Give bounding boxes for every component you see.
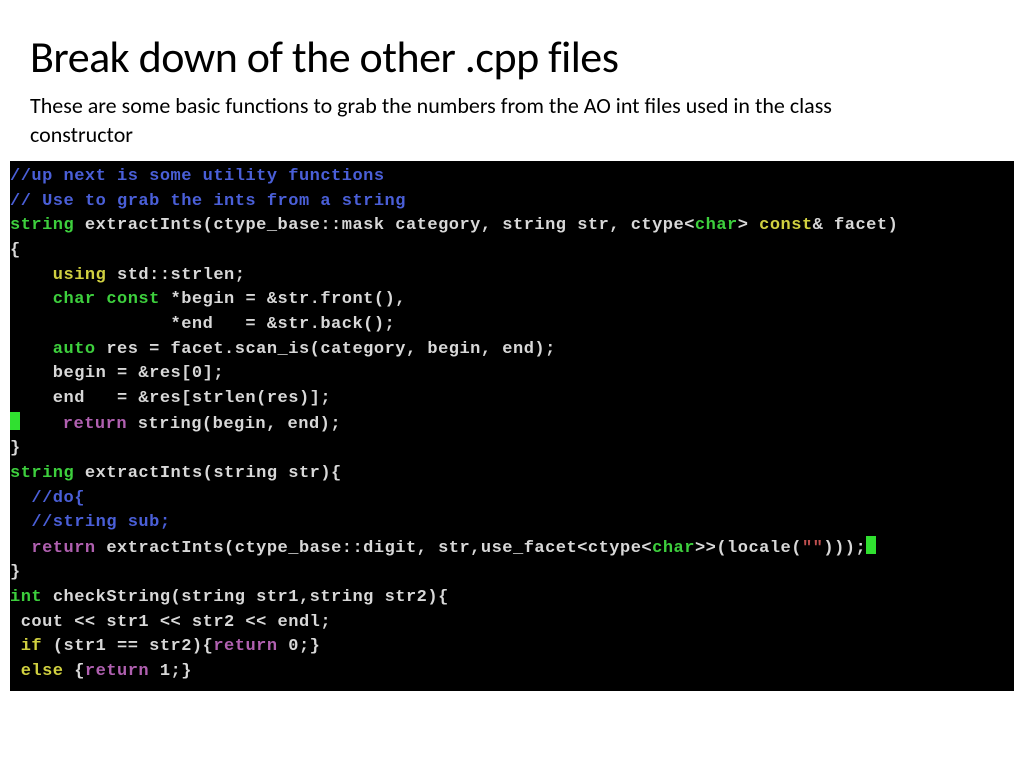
code-line-16a: return bbox=[10, 539, 106, 558]
code-line-6a: char const bbox=[10, 290, 171, 309]
cursor-icon-2 bbox=[866, 536, 876, 554]
code-line-5b: std::strlen; bbox=[117, 266, 245, 285]
code-line-16d: ctype bbox=[588, 539, 642, 558]
slide-title: Break down of the other .cpp files bbox=[30, 30, 994, 84]
code-line-20b: (str1 == str2){ bbox=[53, 637, 214, 656]
code-line-16g: >> bbox=[695, 539, 716, 558]
code-line-11a: return bbox=[20, 415, 138, 434]
code-screenshot: //up next is some utility functions // U… bbox=[10, 161, 1014, 690]
code-line-5a: using bbox=[10, 266, 117, 285]
code-line-15: //string sub; bbox=[10, 513, 171, 532]
code-line-19: cout << str1 << str2 << endl; bbox=[10, 613, 331, 632]
code-line-16j: ))); bbox=[823, 539, 866, 558]
code-line-3a: string bbox=[10, 216, 85, 235]
code-line-8b: res = facet.scan_is(category, begin, end… bbox=[106, 340, 555, 359]
code-line-18b: checkString(string str1,string str2){ bbox=[53, 588, 449, 607]
code-line-21b: { bbox=[74, 662, 85, 681]
code-line-7: *end = &str.back(); bbox=[10, 315, 395, 334]
code-line-20a: if bbox=[10, 637, 53, 656]
code-line-8a: auto bbox=[10, 340, 106, 359]
code-line-11b: string(begin, end); bbox=[138, 415, 341, 434]
code-line-10: end = &res[strlen(res)]; bbox=[10, 389, 331, 408]
code-line-16b: extractInts(ctype_base::digit, str,use_f… bbox=[106, 539, 577, 558]
code-line-16h: (locale( bbox=[716, 539, 802, 558]
code-line-3d: char bbox=[695, 216, 738, 235]
code-line-21c: return bbox=[85, 662, 160, 681]
code-line-13a: string bbox=[10, 464, 85, 483]
code-line-18a: int bbox=[10, 588, 53, 607]
code-line-4: { bbox=[10, 241, 21, 260]
code-line-17: } bbox=[10, 563, 21, 582]
slide-subtitle: These are some basic functions to grab t… bbox=[30, 92, 850, 149]
code-line-20c: return bbox=[213, 637, 288, 656]
code-line-14: //do{ bbox=[10, 489, 85, 508]
code-line-3b: extractInts(ctype_base::mask category, s… bbox=[85, 216, 684, 235]
code-line-3g: & facet) bbox=[813, 216, 899, 235]
code-line-12: } bbox=[10, 439, 21, 458]
code-line-21a: else bbox=[10, 662, 74, 681]
code-line-2: // Use to grab the ints from a string bbox=[10, 192, 406, 211]
cursor-icon bbox=[10, 412, 20, 430]
code-line-1: //up next is some utility functions bbox=[10, 167, 385, 186]
code-line-16i: "" bbox=[802, 539, 823, 558]
code-line-16f: char bbox=[652, 539, 695, 558]
code-line-16e: < bbox=[641, 539, 652, 558]
slide: Break down of the other .cpp files These… bbox=[0, 0, 1024, 691]
code-line-6b: *begin = &str.front(), bbox=[171, 290, 406, 309]
code-line-3c: < bbox=[684, 216, 695, 235]
code-line-13b: extractInts(string str){ bbox=[85, 464, 342, 483]
code-line-20d: 0;} bbox=[288, 637, 320, 656]
code-line-3f: const bbox=[759, 216, 813, 235]
code-line-16c: < bbox=[577, 539, 588, 558]
code-line-9: begin = &res[0]; bbox=[10, 364, 224, 383]
code-line-3e: > bbox=[738, 216, 759, 235]
code-line-21d: 1;} bbox=[160, 662, 192, 681]
